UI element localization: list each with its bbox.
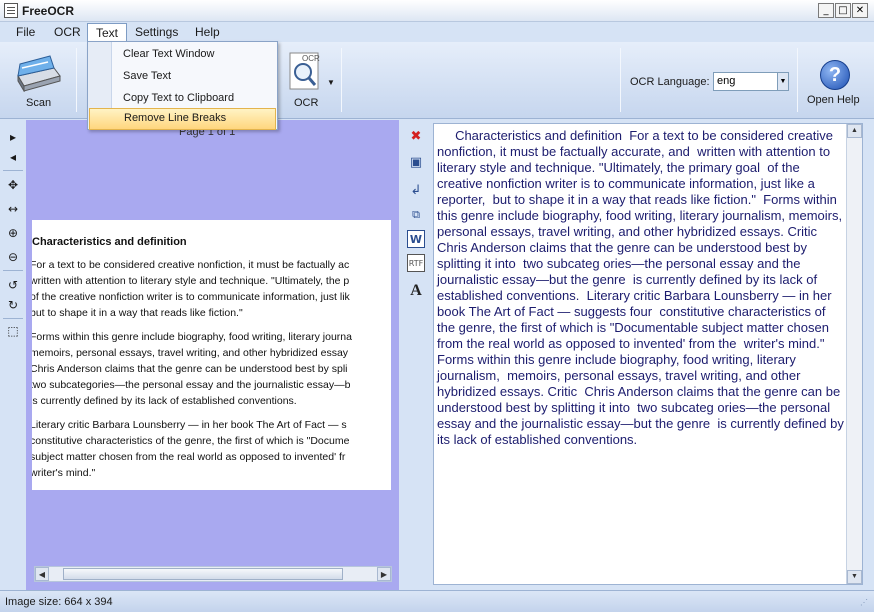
image-line: two subcategories—the personal essay and…: [32, 379, 351, 391]
menu-text[interactable]: Text: [87, 23, 128, 41]
image-size-status: Image size: 664 x 394: [5, 596, 113, 608]
image-line: of the creative nonfiction writer is to …: [32, 291, 350, 303]
image-heading: Characteristics and definition: [32, 236, 187, 248]
image-line: memoirs, personal essays, travel writing…: [32, 347, 349, 359]
tool-separator: [3, 318, 23, 319]
word-export-icon[interactable]: W: [407, 230, 425, 248]
ocr-text-window[interactable]: Characteristics and definition For a tex…: [433, 123, 863, 585]
language-select[interactable]: eng ▼: [713, 72, 789, 91]
ocr-badge: OCR: [302, 54, 320, 63]
toolbar-separator: [76, 48, 77, 112]
image-line: For a text to be considered creative non…: [32, 259, 350, 271]
image-line: written with attention to literary style…: [32, 275, 350, 287]
minimize-button[interactable]: _: [818, 3, 834, 18]
rotate-left-icon[interactable]: ↺: [4, 276, 22, 294]
remove-line-breaks-icon[interactable]: ↲: [407, 182, 425, 200]
scroll-left-icon[interactable]: ◀: [35, 567, 49, 581]
rotate-right-icon[interactable]: ↻: [4, 296, 22, 314]
help-icon[interactable]: ?: [820, 60, 850, 90]
title-bar: FreeOCR _ □ ✕: [0, 0, 874, 22]
fit-width-icon[interactable]: ↔: [4, 200, 22, 218]
language-value: eng: [717, 75, 736, 87]
language-label: OCR Language:: [630, 76, 710, 88]
ocr-label[interactable]: OCR: [294, 97, 318, 109]
open-help-label[interactable]: Open Help: [807, 94, 860, 106]
text-tools: ✖ ▣ ↲ ⧉ W RTF A: [403, 120, 429, 590]
rtf-export-icon[interactable]: RTF: [407, 254, 425, 272]
select-area-icon[interactable]: ⬚: [4, 322, 22, 340]
menu-bar: File OCR Text Settings Help: [0, 22, 874, 42]
save-text-item[interactable]: Save Text: [89, 66, 276, 88]
font-icon[interactable]: A: [407, 282, 425, 300]
image-line: is currently defined by its lack of esta…: [32, 395, 297, 407]
copy-to-clipboard-item[interactable]: Copy Text to Clipboard: [89, 88, 276, 110]
image-panel[interactable]: Page 1 of 1 Characteristics and definiti…: [26, 120, 399, 590]
save-icon[interactable]: ▣: [407, 154, 425, 172]
text-vertical-scrollbar[interactable]: ▲ ▼: [846, 124, 862, 584]
zoom-in-icon[interactable]: ⊕: [4, 224, 22, 242]
menu-help[interactable]: Help: [187, 23, 228, 41]
close-button[interactable]: ✕: [852, 3, 868, 18]
clear-text-icon[interactable]: ✖: [407, 128, 425, 146]
move-icon[interactable]: ✥: [4, 176, 22, 194]
tool-separator: [3, 270, 23, 271]
scroll-up-icon[interactable]: ▲: [847, 124, 862, 138]
remove-line-breaks-item[interactable]: Remove Line Breaks: [89, 108, 276, 130]
maximize-button[interactable]: □: [835, 3, 851, 18]
image-line: Forms within this genre include biograph…: [32, 331, 352, 343]
image-line: Chris Anderson claims that the genre can…: [32, 363, 348, 375]
window-title: FreeOCR: [22, 4, 75, 18]
chevron-down-icon[interactable]: ▼: [777, 73, 788, 90]
toolbar-separator: [797, 48, 798, 112]
image-line: Literary critic Barbara Lounsberry — in …: [32, 419, 347, 431]
previous-page-icon[interactable]: ◂: [4, 148, 22, 166]
scanned-image[interactable]: Characteristics and definition For a tex…: [32, 220, 391, 490]
status-bar: Image size: 664 x 394 ⋰: [0, 590, 874, 612]
toolbar-separator: [620, 48, 621, 112]
copy-icon[interactable]: ⧉: [407, 206, 425, 224]
menu-ocr[interactable]: OCR: [46, 23, 89, 41]
image-line: but to shape it in a way that reads like…: [32, 307, 243, 319]
app-icon: [4, 3, 18, 18]
tool-separator: [3, 170, 23, 171]
scroll-down-icon[interactable]: ▼: [847, 570, 862, 584]
scroll-thumb[interactable]: [63, 568, 343, 580]
toolbar-separator: [341, 48, 342, 112]
ocr-dropdown-arrow[interactable]: ▼: [327, 78, 335, 87]
menu-settings[interactable]: Settings: [127, 23, 186, 41]
resize-grip-icon[interactable]: ⋰: [860, 598, 870, 608]
next-page-icon[interactable]: ▸: [4, 128, 22, 146]
image-line: constitutive characteristics of the genr…: [32, 435, 350, 447]
zoom-out-icon[interactable]: ⊖: [4, 248, 22, 266]
text-menu-dropdown: Clear Text Window Save Text Copy Text to…: [87, 41, 278, 130]
scan-label[interactable]: Scan: [26, 97, 51, 109]
clear-text-window-item[interactable]: Clear Text Window: [89, 44, 276, 66]
image-tools: ▸ ◂ ✥ ↔ ⊕ ⊖ ↺ ↻ ⬚: [0, 120, 26, 590]
scroll-right-icon[interactable]: ▶: [377, 567, 391, 581]
menu-file[interactable]: File: [8, 23, 43, 41]
scanner-icon[interactable]: [14, 54, 62, 93]
image-line: subject matter chosen from the real worl…: [32, 451, 346, 463]
image-horizontal-scrollbar[interactable]: ◀ ▶: [34, 566, 392, 582]
ocr-text[interactable]: Characteristics and definition For a tex…: [437, 128, 846, 448]
image-line: writer's mind.": [32, 467, 96, 479]
